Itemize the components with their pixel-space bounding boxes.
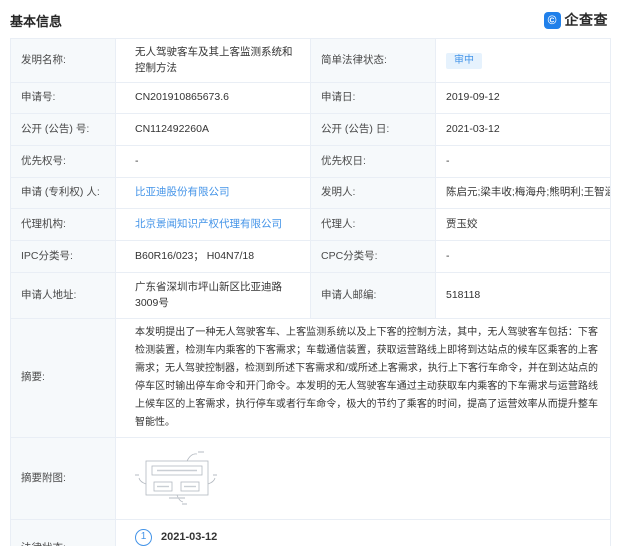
cpc-value: -: [435, 240, 611, 273]
qichacha-logo: © 企查查: [543, 10, 609, 30]
priority-date-value: -: [435, 145, 611, 178]
application-number-label: 申请号:: [10, 82, 116, 114]
table-row: 申请号: CN201910865673.6 申请日: 2019-09-12: [10, 82, 611, 114]
applicant-zip-value: 518118: [435, 272, 611, 319]
qichacha-logo-text: 企查查: [564, 12, 608, 28]
applicant-address-label: 申请人地址:: [10, 272, 116, 319]
table-row: 申请 (专利权) 人: 比亚迪股份有限公司 发明人: 陈启元;梁丰收;梅海舟;熊…: [10, 177, 611, 209]
inventors-value: 陈启元;梁丰收;梅海舟;熊明利;王智涵: [435, 177, 611, 209]
timeline-index-badge: 1: [135, 529, 152, 546]
application-number-value: CN201910865673.6: [115, 82, 311, 114]
basic-info-table: 发明名称: 无人驾驶客车及其上客监测系统和控制方法 简单法律状态: 审中 申请号…: [10, 38, 611, 546]
qichacha-logo-icon: ©: [543, 11, 561, 29]
table-row: 申请人地址: 广东省深圳市坪山新区比亚迪路3009号 申请人邮编: 518118: [10, 272, 611, 319]
priority-date-label: 优先权日:: [310, 145, 436, 178]
legal-status-label: 法律状态:: [10, 519, 116, 546]
patent-diagram-icon: [135, 451, 217, 505]
section-title: 基本信息: [10, 13, 63, 29]
table-row: 代理机构: 北京景闻知识产权代理有限公司 代理人: 贾玉姣: [10, 208, 611, 241]
agency-link[interactable]: 北京景闻知识产权代理有限公司: [135, 218, 282, 230]
patent-basic-info-panel: 基本信息 © 企查查 发明名称: 无人驾驶客车及其上客监测系统和控制方法 简单法…: [0, 0, 620, 546]
publication-number-label: 公开 (公告) 号:: [10, 113, 116, 146]
application-date-value: 2019-09-12: [435, 82, 611, 114]
inventors-label: 发明人:: [310, 177, 436, 209]
applicant-zip-label: 申请人邮编:: [310, 272, 436, 319]
agent-value: 贾玉姣: [435, 208, 611, 241]
panel-header: 基本信息 © 企查查: [0, 0, 620, 38]
legal-status-timeline: 1 2021-03-12 公开: [115, 519, 611, 546]
publication-date-label: 公开 (公告) 日:: [310, 113, 436, 146]
invention-name-value: 无人驾驶客车及其上客监测系统和控制方法: [115, 38, 311, 83]
application-date-label: 申请日:: [310, 82, 436, 114]
priority-number-value: -: [115, 145, 311, 178]
invention-name-label: 发明名称:: [10, 38, 116, 83]
priority-number-label: 优先权号:: [10, 145, 116, 178]
table-row: 摘要: 本发明提出了一种无人驾驶客车、上客监测系统以及上下客的控制方法，其中，无…: [10, 318, 611, 438]
ipc-value: B60R16/023； H04N7/18: [115, 240, 311, 273]
agent-label: 代理人:: [310, 208, 436, 241]
abstract-figure-label: 摘要附图:: [10, 436, 116, 521]
table-row: 发明名称: 无人驾驶客车及其上客监测系统和控制方法 简单法律状态: 审中: [10, 38, 611, 83]
applicant-link[interactable]: 比亚迪股份有限公司: [135, 186, 230, 198]
abstract-figure-thumbnail[interactable]: [135, 446, 217, 511]
abstract-label: 摘要:: [10, 318, 116, 438]
table-row: IPC分类号: B60R16/023； H04N7/18 CPC分类号: -: [10, 240, 611, 273]
table-row: 摘要附图:: [10, 436, 611, 521]
simple-legal-status-label: 简单法律状态:: [310, 38, 436, 83]
table-row: 法律状态: 1 2021-03-12 公开: [10, 519, 611, 546]
abstract-text: 本发明提出了一种无人驾驶客车、上客监测系统以及上下客的控制方法，其中，无人驾驶客…: [115, 318, 611, 438]
ipc-label: IPC分类号:: [10, 240, 116, 273]
table-row: 优先权号: - 优先权日: -: [10, 145, 611, 178]
publication-number-value: CN112492260A: [115, 113, 311, 146]
publication-date-value: 2021-03-12: [435, 113, 611, 146]
agency-label: 代理机构:: [10, 208, 116, 241]
table-row: 公开 (公告) 号: CN112492260A 公开 (公告) 日: 2021-…: [10, 113, 611, 146]
legal-status-badge: 审中: [446, 52, 482, 69]
cpc-label: CPC分类号:: [310, 240, 436, 273]
timeline-event: 1 2021-03-12 公开: [135, 529, 598, 546]
applicant-address-value: 广东省深圳市坪山新区比亚迪路3009号: [115, 272, 311, 319]
applicant-label: 申请 (专利权) 人:: [10, 177, 116, 209]
timeline-event-date: 2021-03-12: [161, 530, 218, 543]
